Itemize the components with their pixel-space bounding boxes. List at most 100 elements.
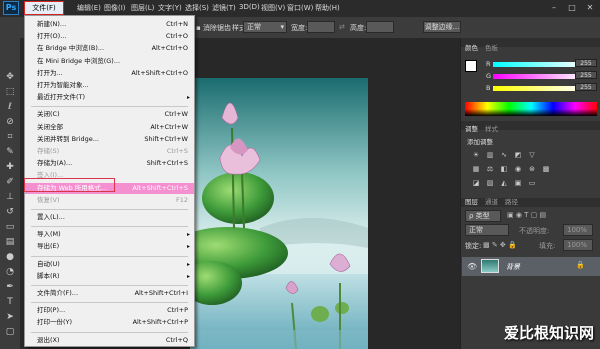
tab-layers[interactable]: 图层 xyxy=(465,198,478,207)
threshold-icon[interactable]: ◭ xyxy=(499,179,509,188)
brush-tool-icon[interactable]: ✐ xyxy=(4,176,16,188)
swap-icon[interactable]: ⇄ xyxy=(339,23,345,31)
photo-filter-icon[interactable]: ◉ xyxy=(513,165,523,174)
layer-filter-icons[interactable]: ▣ ◉ T ▢ ▤ xyxy=(507,211,546,219)
file-menu-item-8[interactable]: 关闭全部 Alt+Ctrl+W xyxy=(25,122,194,133)
stamp-tool-icon[interactable]: ⊥ xyxy=(4,191,16,203)
vibrance-icon[interactable]: ▽ xyxy=(527,151,537,160)
anti-alias-checkbox[interactable]: ▪ 消除锯齿 xyxy=(196,23,231,33)
marquee-tool-icon[interactable]: ⬚ xyxy=(4,86,16,98)
menu-item-7[interactable]: 视图(V) xyxy=(261,3,285,13)
history-brush-tool-icon[interactable]: ↺ xyxy=(4,206,16,218)
fill-input[interactable]: 100% xyxy=(563,239,593,251)
eye-icon[interactable]: 👁 xyxy=(467,262,477,271)
style-select[interactable]: 正常 ▾ xyxy=(243,21,287,33)
gradient-tool-icon[interactable]: ▤ xyxy=(4,236,16,248)
blend-mode-select[interactable]: 正常 xyxy=(465,224,509,236)
invert-icon[interactable]: ◪ xyxy=(471,179,481,188)
color-lookup-icon[interactable]: ▩ xyxy=(541,165,551,174)
channel-mixer-icon[interactable]: ⊛ xyxy=(527,165,537,174)
tab-swatches[interactable]: 色板 xyxy=(485,44,498,53)
menu-item-2[interactable]: 图层(L) xyxy=(131,3,154,13)
pen-tool-icon[interactable]: ✒ xyxy=(4,281,16,293)
menu-item-shortcut: Shift+Ctrl+S xyxy=(146,159,188,168)
eraser-tool-icon[interactable]: ▭ xyxy=(4,221,16,233)
file-menu-item-6[interactable]: 最近打开文件(T) ▸ xyxy=(25,92,194,103)
menu-item-1[interactable]: 图像(I) xyxy=(104,3,126,13)
menu-item-3[interactable]: 文字(Y) xyxy=(158,3,182,13)
file-menu-item-22[interactable]: 打印一份(Y) Alt+Shift+Ctrl+P xyxy=(25,317,194,328)
black-white-icon[interactable]: ◧ xyxy=(499,165,509,174)
shape-tool-icon[interactable]: ▢ xyxy=(4,326,16,338)
file-menu-item-19[interactable]: 脚本(R) ▸ xyxy=(25,271,194,282)
g-value[interactable]: 255 xyxy=(575,71,597,79)
document-image[interactable] xyxy=(190,78,368,349)
lasso-tool-icon[interactable]: ℓ xyxy=(4,101,16,113)
brightness-icon[interactable]: ☀ xyxy=(471,151,481,160)
color-balance-icon[interactable]: ⚖ xyxy=(485,165,495,174)
healing-brush-tool-icon[interactable]: ✚ xyxy=(4,161,16,173)
file-menu-item-11[interactable]: 存储为(A)... Shift+Ctrl+S xyxy=(25,158,194,169)
quick-select-tool-icon[interactable]: ⊘ xyxy=(4,116,16,128)
file-menu-item-20[interactable]: 文件简介(F)... Alt+Shift+Ctrl+I xyxy=(25,288,194,299)
lock-icons[interactable]: ▩ ✎ ✥ 🔒 xyxy=(483,241,517,249)
exposure-icon[interactable]: ◩ xyxy=(513,151,523,160)
gradient-map-icon[interactable]: ▭ xyxy=(527,179,537,188)
hue-saturation-icon[interactable]: ▦ xyxy=(471,165,481,174)
file-menu-item-15[interactable]: 置入(L)... xyxy=(25,212,194,223)
crop-tool-icon[interactable]: ⌗ xyxy=(4,131,16,143)
move-tool-icon[interactable]: ✥ xyxy=(4,71,16,83)
file-menu-item-16[interactable]: 导入(M) ▸ xyxy=(25,229,194,240)
minimize-icon[interactable]: – xyxy=(548,2,560,13)
g-slider[interactable] xyxy=(493,74,583,79)
file-menu-item-0[interactable]: 新建(N)... Ctrl+N xyxy=(25,19,194,30)
tab-channels[interactable]: 通道 xyxy=(485,198,498,207)
layer-row-background[interactable]: 👁 背景 🔒 xyxy=(462,257,600,276)
width-input[interactable] xyxy=(307,21,335,33)
tab-styles[interactable]: 样式 xyxy=(485,125,498,134)
file-menu-item-23[interactable]: 退出(X) Ctrl+Q xyxy=(25,335,194,346)
menu-item-label: 导出(E) xyxy=(37,242,60,251)
maximize-icon[interactable]: □ xyxy=(566,2,578,13)
dodge-tool-icon[interactable]: ◔ xyxy=(4,266,16,278)
menu-item-8[interactable]: 窗口(W) xyxy=(287,3,313,13)
refine-edge-button[interactable]: 调整边缘... xyxy=(423,21,461,33)
file-menu-item-2[interactable]: 在 Bridge 中浏览(B)... Alt+Ctrl+O xyxy=(25,43,194,54)
file-menu-item-3[interactable]: 在 Mini Bridge 中浏览(G)... xyxy=(25,56,194,67)
close-icon[interactable]: ✕ xyxy=(584,2,596,13)
menu-item-9[interactable]: 帮助(H) xyxy=(315,3,340,13)
tab-color[interactable]: 颜色 xyxy=(465,44,478,53)
file-menu-item-4[interactable]: 打开为... Alt+Shift+Ctrl+O xyxy=(25,68,194,79)
posterize-icon[interactable]: ▨ xyxy=(485,179,495,188)
menu-file[interactable]: 文件(F) xyxy=(24,1,64,15)
menu-item-4[interactable]: 选择(S) xyxy=(185,3,209,13)
blur-tool-icon[interactable]: ● xyxy=(4,251,16,263)
selective-color-icon[interactable]: ▣ xyxy=(513,179,523,188)
foreground-color-swatch[interactable] xyxy=(465,60,477,72)
file-menu-item-9[interactable]: 关闭并转到 Bridge... Shift+Ctrl+W xyxy=(25,134,194,145)
opacity-input[interactable]: 100% xyxy=(563,224,593,236)
file-menu-item-18[interactable]: 自动(U) ▸ xyxy=(25,259,194,270)
height-input[interactable] xyxy=(366,21,394,33)
levels-icon[interactable]: ▥ xyxy=(485,151,495,160)
file-menu-item-21[interactable]: 打印(P)... Ctrl+P xyxy=(25,305,194,316)
file-menu-item-17[interactable]: 导出(E) ▸ xyxy=(25,241,194,252)
curves-icon[interactable]: ∿ xyxy=(499,151,509,160)
eyedropper-tool-icon[interactable]: ✎ xyxy=(4,146,16,158)
submenu-arrow-icon: ▸ xyxy=(186,272,190,280)
tab-paths[interactable]: 路径 xyxy=(505,198,518,207)
menu-item-5[interactable]: 滤镜(T) xyxy=(212,3,236,13)
type-tool-icon[interactable]: T xyxy=(4,296,16,308)
path-select-tool-icon[interactable]: ➤ xyxy=(4,311,16,323)
file-menu-item-5[interactable]: 打开为智能对象... xyxy=(25,80,194,91)
file-menu-item-1[interactable]: 打开(O)... Ctrl+O xyxy=(25,31,194,42)
tab-adjust[interactable]: 调整 xyxy=(465,125,478,134)
layer-filter-select[interactable]: ρ 类型 xyxy=(465,210,501,222)
menu-item-0[interactable]: 编辑(E) xyxy=(77,3,101,13)
menu-item-6[interactable]: 3D(D) xyxy=(239,3,260,11)
b-slider[interactable] xyxy=(493,86,583,91)
r-value[interactable]: 255 xyxy=(575,59,597,67)
r-slider[interactable] xyxy=(493,62,583,67)
b-value[interactable]: 255 xyxy=(575,83,597,91)
file-menu-item-7[interactable]: 关闭(C) Ctrl+W xyxy=(25,109,194,120)
